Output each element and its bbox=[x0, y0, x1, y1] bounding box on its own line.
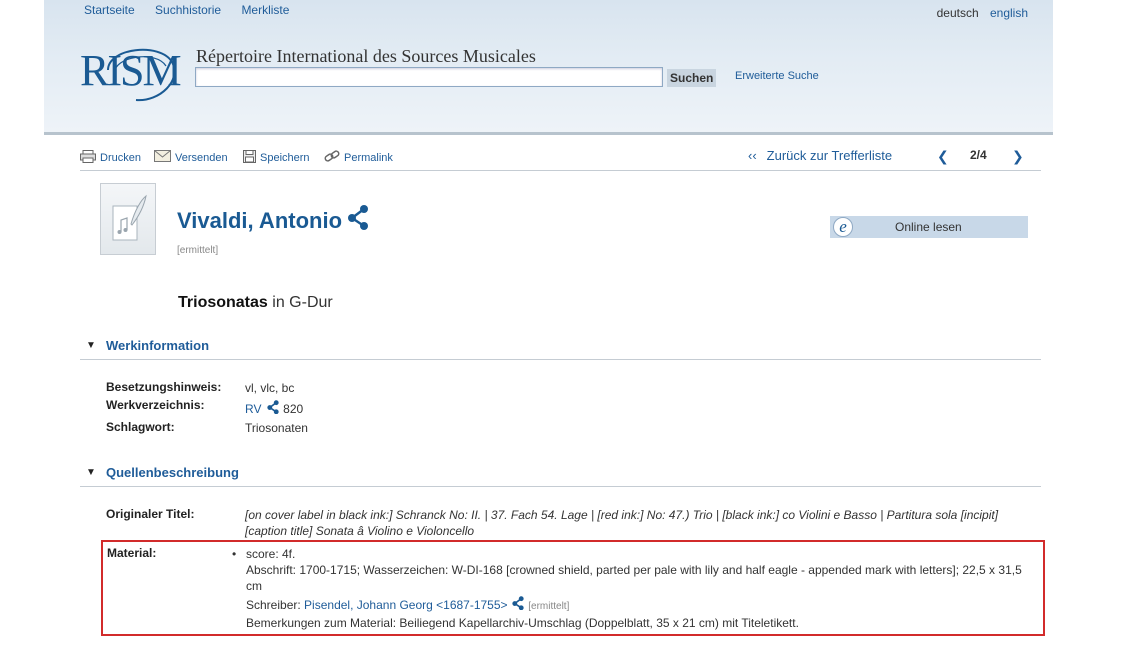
werkverzeichnis-value: RV 820 bbox=[245, 400, 1010, 418]
search-input[interactable] bbox=[195, 67, 663, 87]
back-to-results-label: Zurück zur Trefferliste bbox=[766, 148, 893, 163]
nav-merkliste-link[interactable]: Merkliste bbox=[241, 3, 289, 17]
collapse-triangle-icon: ▼ bbox=[86, 340, 96, 351]
site-header: Startseite Suchhistorie Merkliste deutsc… bbox=[44, 0, 1053, 135]
double-chevron-left-icon: ‹‹ bbox=[748, 148, 757, 163]
advanced-search-link[interactable]: Erweiterte Suche bbox=[735, 70, 819, 82]
section-quellenbeschreibung-title: Quellenbeschreibung bbox=[106, 465, 239, 480]
nav-suchhistorie-link[interactable]: Suchhistorie bbox=[155, 3, 221, 17]
composer-attribution-note: [ermittelt] bbox=[177, 245, 219, 256]
printer-icon bbox=[80, 150, 96, 166]
werkverzeichnis-rv-link[interactable]: RV bbox=[245, 402, 261, 416]
ebook-e-icon: e bbox=[833, 217, 853, 237]
next-record-button[interactable]: ❯ bbox=[1012, 148, 1024, 165]
source-type-thumbnail bbox=[100, 183, 156, 255]
share-network-icon[interactable] bbox=[511, 596, 525, 614]
work-title: Triosonatas in G-Dur bbox=[178, 294, 333, 312]
section-quellenbeschreibung-header[interactable]: ▼ Quellenbeschreibung bbox=[80, 464, 1041, 487]
record-toolbar: Drucken Versenden Speichern Permalink ‹‹… bbox=[80, 148, 1041, 171]
language-switcher: deutsch english bbox=[937, 6, 1028, 20]
manuscript-quill-icon bbox=[112, 194, 147, 241]
werkverzeichnis-label: Werkverzeichnis: bbox=[106, 398, 205, 412]
material-abschrift: Abschrift: 1700-1715; Wasserzeichen: W-D… bbox=[246, 563, 1022, 593]
material-schreiber: Schreiber: Pisendel, Johann Georg <1687-… bbox=[246, 596, 1026, 615]
online-read-button[interactable]: e Online lesen bbox=[830, 216, 1028, 238]
material-schreiber-prefix: Schreiber: bbox=[246, 598, 301, 612]
besetzung-value: vl, vlc, bc bbox=[245, 381, 295, 395]
rism-logo[interactable]: RISM bbox=[80, 40, 190, 110]
schlagwort-value: Triosonaten bbox=[245, 421, 308, 435]
werkverzeichnis-number: 820 bbox=[283, 402, 304, 416]
section-werkinformation-header[interactable]: ▼ Werkinformation bbox=[80, 337, 1041, 360]
back-to-results-link[interactable]: ‹‹ Zurück zur Trefferliste bbox=[748, 148, 892, 163]
site-tagline: Répertoire International des Sources Mus… bbox=[196, 46, 536, 66]
original-title-value: [on cover label in black ink:] Schranck … bbox=[245, 507, 1010, 539]
print-label: Drucken bbox=[100, 152, 141, 164]
bullet-icon: • bbox=[232, 547, 237, 561]
original-title-line-2: [caption title] Sonata â Violino e Violo… bbox=[245, 524, 475, 538]
material-bemerkungen: Bemerkungen zum Material: Beiliegend Kap… bbox=[246, 616, 799, 630]
online-read-label: Online lesen bbox=[895, 220, 962, 234]
schlagwort-label: Schlagwort: bbox=[106, 420, 175, 434]
material-label: Material: bbox=[107, 546, 157, 560]
previous-record-button[interactable]: ❮ bbox=[937, 148, 949, 165]
print-button[interactable]: Drucken bbox=[80, 150, 141, 166]
chain-link-icon bbox=[324, 150, 340, 166]
collapse-triangle-icon: ▼ bbox=[86, 467, 96, 478]
schreiber-person-link[interactable]: Pisendel, Johann Georg <1687-1755> bbox=[304, 598, 508, 612]
schreiber-attribution-note: [ermittelt] bbox=[528, 601, 570, 612]
logo-text: RISM bbox=[80, 46, 182, 95]
lang-current: deutsch bbox=[936, 6, 979, 20]
send-label: Versenden bbox=[175, 151, 228, 164]
search-button[interactable]: Suchen bbox=[667, 69, 717, 87]
original-title-label: Originaler Titel: bbox=[106, 507, 195, 521]
top-navigation: Startseite Suchhistorie Merkliste bbox=[84, 3, 306, 17]
work-title-main: Triosonatas bbox=[178, 294, 268, 311]
section-werkinformation-title: Werkinformation bbox=[106, 338, 210, 353]
original-title-line-1: [on cover label in black ink:] Schranck … bbox=[245, 508, 999, 522]
permalink-button[interactable]: Permalink bbox=[324, 150, 393, 166]
work-title-key: in G-Dur bbox=[272, 294, 333, 311]
share-network-icon[interactable] bbox=[266, 400, 280, 418]
chevron-left-icon: ❮ bbox=[937, 148, 949, 164]
lang-english-link[interactable]: english bbox=[990, 6, 1028, 20]
envelope-icon bbox=[154, 150, 171, 165]
material-score: score: 4f. bbox=[246, 547, 296, 561]
send-button[interactable]: Versenden bbox=[154, 150, 228, 165]
material-details: • score: 4f. Abschrift: 1700-1715; Wasse… bbox=[232, 546, 1026, 631]
share-network-icon[interactable] bbox=[346, 204, 370, 233]
permalink-label: Permalink bbox=[344, 152, 393, 164]
record-page-indicator: 2/4 bbox=[970, 148, 987, 162]
nav-startseite-link[interactable]: Startseite bbox=[84, 3, 135, 17]
save-label: Speichern bbox=[260, 152, 310, 164]
besetzung-label: Besetzungshinweis: bbox=[106, 380, 222, 394]
save-button[interactable]: Speichern bbox=[243, 150, 310, 166]
chevron-right-icon: ❯ bbox=[1012, 148, 1024, 164]
material-highlight-box: Material: • score: 4f. Abschrift: 1700-1… bbox=[101, 540, 1045, 636]
floppy-disk-icon bbox=[243, 150, 256, 166]
composer-name-link[interactable]: Vivaldi, Antonio bbox=[177, 208, 342, 234]
